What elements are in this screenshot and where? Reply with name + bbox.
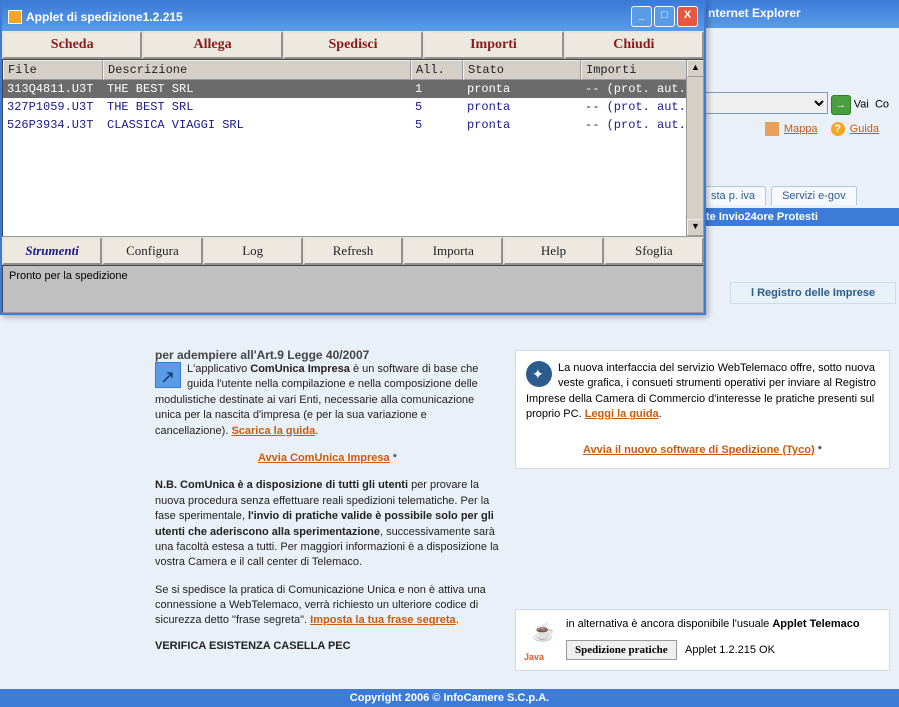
cell-file: 313Q4811.U3T [3,80,103,98]
status-area: Pronto per la spedizione [2,265,704,313]
importi-button[interactable]: Importi [423,31,563,59]
spedizione-pratiche-button[interactable]: Spedizione pratiche [566,640,677,660]
cell-file: 526P3934.U3T [3,116,103,134]
cell-stato: pronta [463,98,581,116]
sfoglia-button[interactable]: Sfoglia [604,237,704,265]
table-header: File Descrizione All. Stato Importi [3,60,703,80]
header-importi[interactable]: Importi [581,60,703,80]
p1b: ComUnica Impresa [250,363,350,375]
right-content: La nuova interfaccia del servizio WebTel… [515,350,890,469]
compass-icon [526,361,552,387]
leggi-guida-link[interactable]: Leggi la guida [585,408,659,420]
runner-icon [155,362,181,388]
scarica-guida-link[interactable]: Scarica la guida [231,425,315,437]
java-logo-icon: ☕ Java [524,618,558,662]
applet-titlebar: Applet di spedizione1.2.215 _ □ X [2,2,704,31]
cell-importi: -- (prot. aut.) [581,116,703,134]
bottom-button-row: Strumenti Configura Log Refresh Importa … [2,237,704,265]
imposta-frase-link[interactable]: Imposta la tua frase segreta [310,614,456,626]
mid-tabs: sta p. iva Servizi e-gov [700,186,899,208]
verifica-heading: VERIFICA ESISTENZA CASELLA PEC [155,639,500,654]
status-text: Pronto per la spedizione [9,270,128,282]
help-button[interactable]: Help [503,237,603,265]
guida-link[interactable]: Guida [850,123,879,135]
footer: Copyright 2006 © InfoCamere S.C.p.A. [0,689,899,707]
header-stato[interactable]: Stato [463,60,581,80]
applet-ok-status: Applet 1.2.215 OK [685,644,775,656]
refresh-button[interactable]: Refresh [303,237,403,265]
header-file[interactable]: File [3,60,103,80]
cell-desc: THE BEST SRL [103,80,411,98]
cell-all: 5 [411,116,463,134]
java-text1: in alternativa è ancora disponibile l'us… [566,618,772,630]
go-button[interactable]: → [831,95,851,115]
tab-piva[interactable]: sta p. iva [700,186,766,205]
scroll-down-icon[interactable]: ▼ [687,219,704,236]
p1a: L'applicativo [187,363,250,375]
applet-title: Applet di spedizione1.2.215 [26,10,183,24]
mappa-link[interactable]: Mappa [784,123,818,135]
address-bar-area: → Vai Co [688,92,889,115]
map-icon [765,122,779,136]
cell-stato: pronta [463,116,581,134]
avvia-tyco-link[interactable]: Avvia il nuovo software di Spedizione (T… [583,444,815,456]
spedisci-button[interactable]: Spedisci [283,31,423,59]
scheda-button[interactable]: Scheda [2,31,142,59]
cell-desc: CLASSICA VIAGGI SRL [103,116,411,134]
applet-window: Applet di spedizione1.2.215 _ □ X Scheda… [0,0,706,315]
ie-link-row: Mappa ? Guida [765,122,879,136]
configura-button[interactable]: Configura [102,237,202,265]
table-row[interactable]: 313Q4811.U3T THE BEST SRL 1 pronta -- (p… [3,80,703,98]
cell-importi: -- (prot. aut.) [581,98,703,116]
help-icon: ? [831,122,845,136]
strumenti-button[interactable]: Strumenti [2,237,102,265]
scroll-up-icon[interactable]: ▲ [687,60,704,77]
maximize-button[interactable]: □ [654,6,675,27]
cell-importi: -- (prot. aut.) [581,80,703,98]
cell-desc: THE BEST SRL [103,98,411,116]
co-fragment: Co [875,99,889,111]
importa-button[interactable]: Importa [403,237,503,265]
table-row[interactable]: 526P3934.U3T CLASSICA VIAGGI SRL 5 pront… [3,116,703,134]
scrollbar[interactable]: ▲ ▼ [686,60,703,236]
go-label: Vai [854,99,869,111]
java-logo-text: Java [524,652,544,662]
registro-heading: l Registro delle Imprese [730,282,896,304]
allega-button[interactable]: Allega [142,31,282,59]
cell-file: 327P1059.U3T [3,98,103,116]
blue-nav-bar: te Invio24ore Protesti [700,208,899,226]
chiudi-button[interactable]: Chiudi [564,31,704,59]
avvia-comunica-link[interactable]: Avvia ComUnica Impresa [258,452,390,464]
cell-stato: pronta [463,80,581,98]
tab-egov[interactable]: Servizi e-gov [771,186,857,205]
cell-all: 1 [411,80,463,98]
minimize-button[interactable]: _ [631,6,652,27]
table-row[interactable]: 327P1059.U3T THE BEST SRL 5 pronta -- (p… [3,98,703,116]
cell-all: 5 [411,98,463,116]
java-text1b: Applet Telemaco [772,618,859,630]
header-all[interactable]: All. [411,60,463,80]
log-button[interactable]: Log [203,237,303,265]
file-table: File Descrizione All. Stato Importi 313Q… [2,59,704,237]
right-p1: La nuova interfaccia del servizio WebTel… [526,362,876,420]
ie-titlebar: nternet Explorer [700,0,899,28]
left-content: L'applicativo ComUnica Impresa è un soft… [155,350,500,654]
top-button-row: Scheda Allega Spedisci Importi Chiudi [2,31,704,59]
header-desc[interactable]: Descrizione [103,60,411,80]
p2a: N.B. ComUnica è a disposizione di tutti … [155,479,408,491]
address-select[interactable] [688,92,828,114]
close-button[interactable]: X [677,6,698,27]
applet-icon [8,10,22,24]
java-box: ☕ Java in alternativa è ancora disponibi… [515,609,890,671]
